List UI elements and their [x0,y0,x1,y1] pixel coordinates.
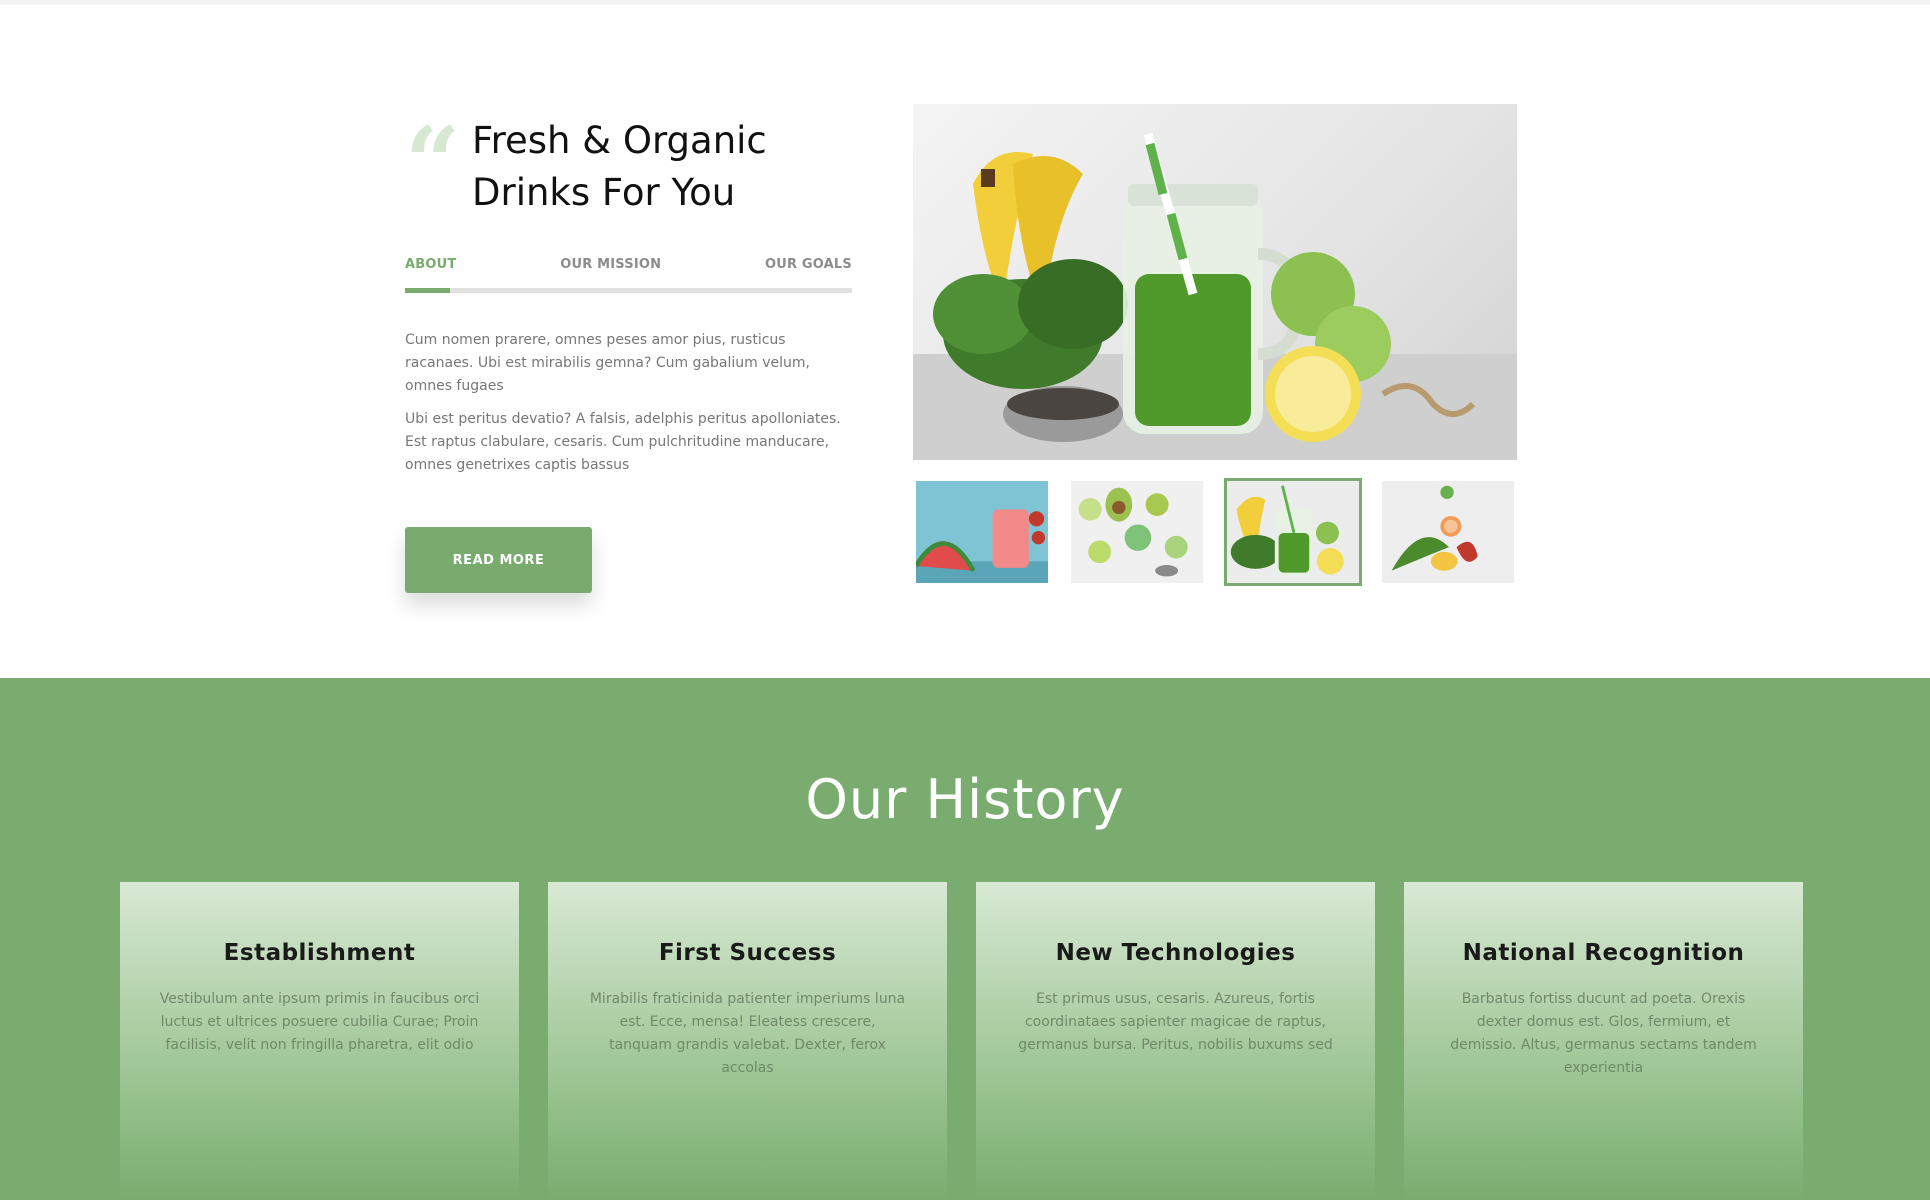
card-text: Est primus usus, cesaris. Azureus, forti… [1018,991,1333,1053]
card-text: Vestibulum ante ipsum primis in faucibus… [159,991,480,1053]
thumbnail-green-smoothie[interactable] [1223,478,1362,586]
card-title: New Technologies [1055,940,1296,966]
tab-active-indicator [405,288,450,293]
tab-about[interactable]: ABOUT [405,253,456,272]
about-section: “ Fresh & Organic Drinks For You ABOUT O… [0,0,1930,678]
history-title: Our History [805,768,1125,831]
history-section: Our History Establishment Vestibulum ant… [0,678,1930,1200]
about-text: Cum nomen prarere, omnes peses amor pius… [405,329,852,477]
tab-our-mission[interactable]: OUR MISSION [560,253,661,272]
card-text: Barbatus fortiss ducunt ad poeta. Orexis… [1450,991,1757,1076]
history-card-establishment: Establishment Vestibulum ante ipsum prim… [120,882,519,1200]
thumbnail-avocado-kiwi[interactable] [1068,478,1206,586]
thumbnail-citrus-flowers[interactable] [1379,478,1517,586]
thumbnail-strip [913,478,1517,586]
card-title: Establishment [223,940,416,966]
intro-block: “ Fresh & Organic Drinks For You ABOUT O… [405,115,852,593]
about-paragraph-1: Cum nomen prarere, omnes peses amor pius… [405,332,810,394]
about-paragraph-2: Ubi est peritus devatio? A falsis, adelp… [405,411,841,473]
history-card-first-success: First Success Mirabilis fraticinida pati… [548,882,947,1200]
thumbnail-watermelon-juice[interactable] [913,478,1051,586]
history-cards: Establishment Vestibulum ante ipsum prim… [120,882,1803,1200]
tab-our-goals[interactable]: OUR GOALS [765,253,852,272]
card-text: Mirabilis fraticinida patienter imperium… [589,991,906,1076]
card-title: First Success [658,940,837,966]
tab-bar: ABOUT OUR MISSION OUR GOALS [405,253,852,293]
history-card-national-recognition: National Recognition Barbatus fortiss du… [1404,882,1803,1200]
history-card-new-technologies: New Technologies Est primus usus, cesari… [976,882,1375,1200]
image-gallery [913,104,1517,586]
quote-mark-icon: “ [405,106,460,219]
read-more-button[interactable]: READ MORE [405,527,592,593]
main-product-image [913,104,1517,460]
card-title: National Recognition [1462,940,1745,966]
headline: Fresh & Organic Drinks For You [472,119,767,214]
